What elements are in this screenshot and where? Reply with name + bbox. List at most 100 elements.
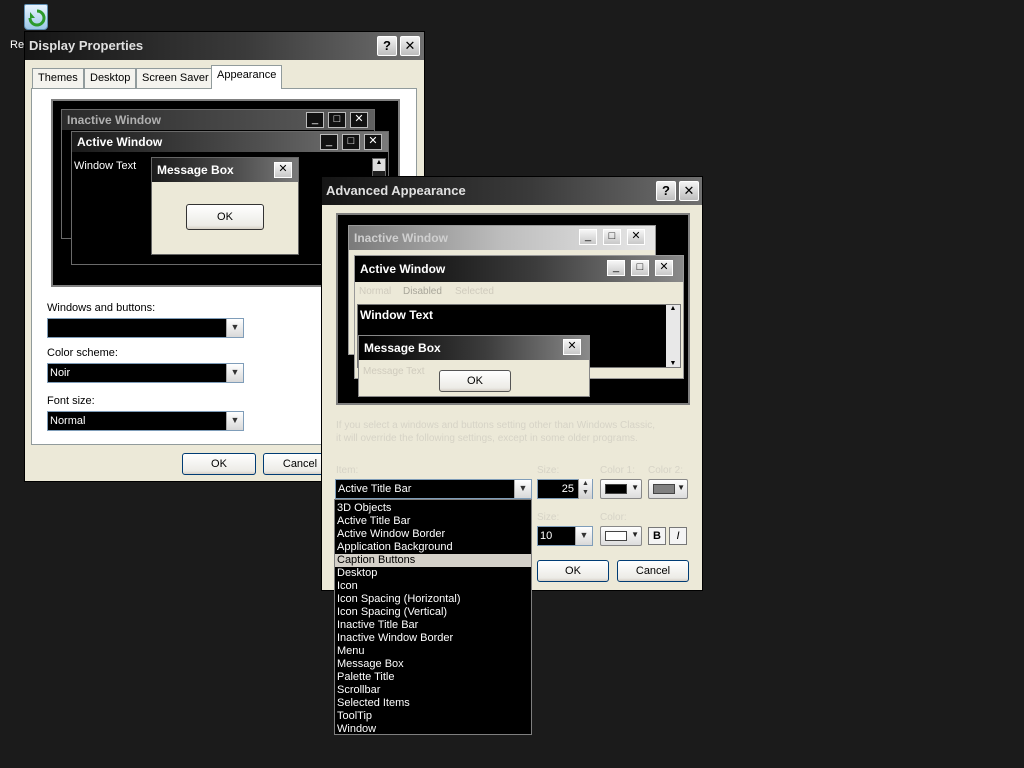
item-option[interactable]: Window [335,723,531,736]
item-option[interactable]: Active Window Border [335,528,531,541]
color-scheme-value: Noir [50,367,71,379]
color-scheme-select[interactable]: Noir ▼ [47,363,244,383]
font-size-value: Normal [50,415,86,427]
font-size-label: Size: [537,512,560,523]
preview-window-text: Window Text [74,160,137,172]
tab-appearance[interactable]: Appearance [211,65,283,89]
item-option[interactable]: ToolTip [335,710,531,723]
close-icon: ✕ [563,339,581,355]
item-option[interactable]: Caption Buttons [335,554,531,567]
item-option[interactable]: Inactive Title Bar [335,619,531,632]
color1-swatch [605,484,627,494]
item-option[interactable]: Icon [335,580,531,593]
size-spinner[interactable]: 25 ▲ ▼ [537,479,593,499]
font-color-label: Color: [600,512,627,523]
chevron-down-icon[interactable]: ▼ [226,364,243,382]
close-button[interactable]: ✕ [679,181,699,201]
color2-swatch [653,484,675,494]
adv-menu-normal[interactable]: Normal [359,286,391,297]
adv-preview-ok-button: OK [439,370,511,392]
item-option[interactable]: Palette Title [335,671,531,684]
font-color-button[interactable]: ▼ [600,526,642,546]
adv-menu-selected[interactable]: Selected [455,286,494,297]
color1-button[interactable]: ▼ [600,479,642,499]
dialog-title: Advanced Appearance [326,183,466,198]
font-color-swatch [605,531,627,541]
tab-desktop[interactable]: Desktop [84,68,137,88]
advanced-preview-area[interactable]: Inactive Window _ □ ✕ Active Window _ □ … [336,213,690,405]
help-button[interactable]: ? [656,181,676,201]
adv-menu-disabled[interactable]: Disabled [403,286,442,297]
close-icon: ✕ [274,162,292,178]
color-scheme-label: Color scheme: [47,347,118,359]
close-icon: ✕ [627,229,645,245]
close-icon: ✕ [655,260,673,276]
close-button[interactable]: ✕ [400,36,420,56]
windows-and-buttons-select[interactable]: ▼ [47,318,244,338]
adv-preview-scrollbar[interactable]: ▲ ▼ [666,305,680,367]
tab-themes[interactable]: Themes [32,68,84,88]
item-option[interactable]: Inactive Window Border [335,632,531,645]
item-label: Item: [336,465,359,476]
chevron-down-icon[interactable]: ▼ [514,480,531,498]
item-option[interactable]: Menu [335,645,531,658]
size-value: 25 [561,483,574,495]
chevron-down-icon[interactable]: ▼ [226,412,243,430]
adv-window-text: Window Text [360,308,433,322]
font-size-select[interactable]: Normal ▼ [47,411,244,431]
maximize-icon: □ [342,134,360,150]
item-select-value: Active Title Bar [338,483,412,495]
display-properties-titlebar[interactable]: Display Properties [25,32,424,60]
maximize-icon: □ [328,112,346,128]
bold-button[interactable]: B [648,527,666,545]
chevron-down-icon[interactable]: ▼ [226,319,243,337]
windows-and-buttons-label: Windows and buttons: [47,302,156,314]
chevron-down-icon: ▼ [631,530,639,539]
minimize-icon: _ [320,134,338,150]
window-title: Display Properties [29,38,144,53]
tab-screen-saver[interactable]: Screen Saver [136,68,215,88]
maximize-icon: □ [631,260,649,276]
font-size-select[interactable]: 10 ▼ [537,526,593,546]
chevron-down-icon: ▼ [631,483,639,492]
item-option[interactable]: Desktop [335,567,531,580]
color2-label: Color 2: [648,465,684,476]
color2-button[interactable]: ▼ [648,479,688,499]
item-option[interactable]: Scrollbar [335,684,531,697]
chevron-down-icon[interactable]: ▼ [575,527,592,545]
close-icon: ✕ [364,134,382,150]
item-dropdown-list[interactable]: 3D Objects Active Title Bar Active Window … [334,499,532,735]
minimize-icon: _ [579,229,597,245]
item-option[interactable]: Icon Spacing (Horizontal) [335,593,531,606]
info-line-1: If you select a windows and buttons sett… [336,420,656,431]
help-button[interactable]: ? [377,36,397,56]
cancel-button[interactable]: Cancel [617,560,689,582]
font-size-label: Font size: [47,395,95,407]
spinner-arrows-icon[interactable]: ▲ ▼ [578,479,592,499]
info-line-2: it will override the following settings,… [336,433,638,444]
item-option[interactable]: Selected Items [335,697,531,710]
chevron-down-icon: ▼ [677,483,685,492]
preview-ok-button: OK [186,204,264,230]
item-option[interactable]: Active Title Bar [335,515,531,528]
size-label: Size: [537,465,560,476]
italic-button[interactable]: I [669,527,687,545]
ok-button[interactable]: OK [182,453,256,475]
font-size-value: 10 [540,530,553,542]
ok-button[interactable]: OK [537,560,609,582]
item-option[interactable]: 3D Objects [335,502,531,515]
preview-active-title: Active Window [72,132,388,152]
advanced-appearance-titlebar[interactable]: Advanced Appearance [322,177,702,205]
minimize-icon: _ [607,260,625,276]
item-option[interactable]: Application Background [335,541,531,554]
adv-message-text: Message Text [363,366,425,377]
adv-preview-message-box[interactable]: Message Box ✕ Message Text OK [358,335,590,397]
minimize-icon: _ [306,112,324,128]
item-select[interactable]: Active Title Bar ▼ [335,479,532,499]
item-option[interactable]: Message Box [335,658,531,671]
color1-label: Color 1: [600,465,636,476]
item-option[interactable]: Icon Spacing (Vertical) [335,606,531,619]
adv-message-box-title[interactable]: Message Box [359,336,589,360]
maximize-icon: □ [603,229,621,245]
close-icon: ✕ [350,112,368,128]
